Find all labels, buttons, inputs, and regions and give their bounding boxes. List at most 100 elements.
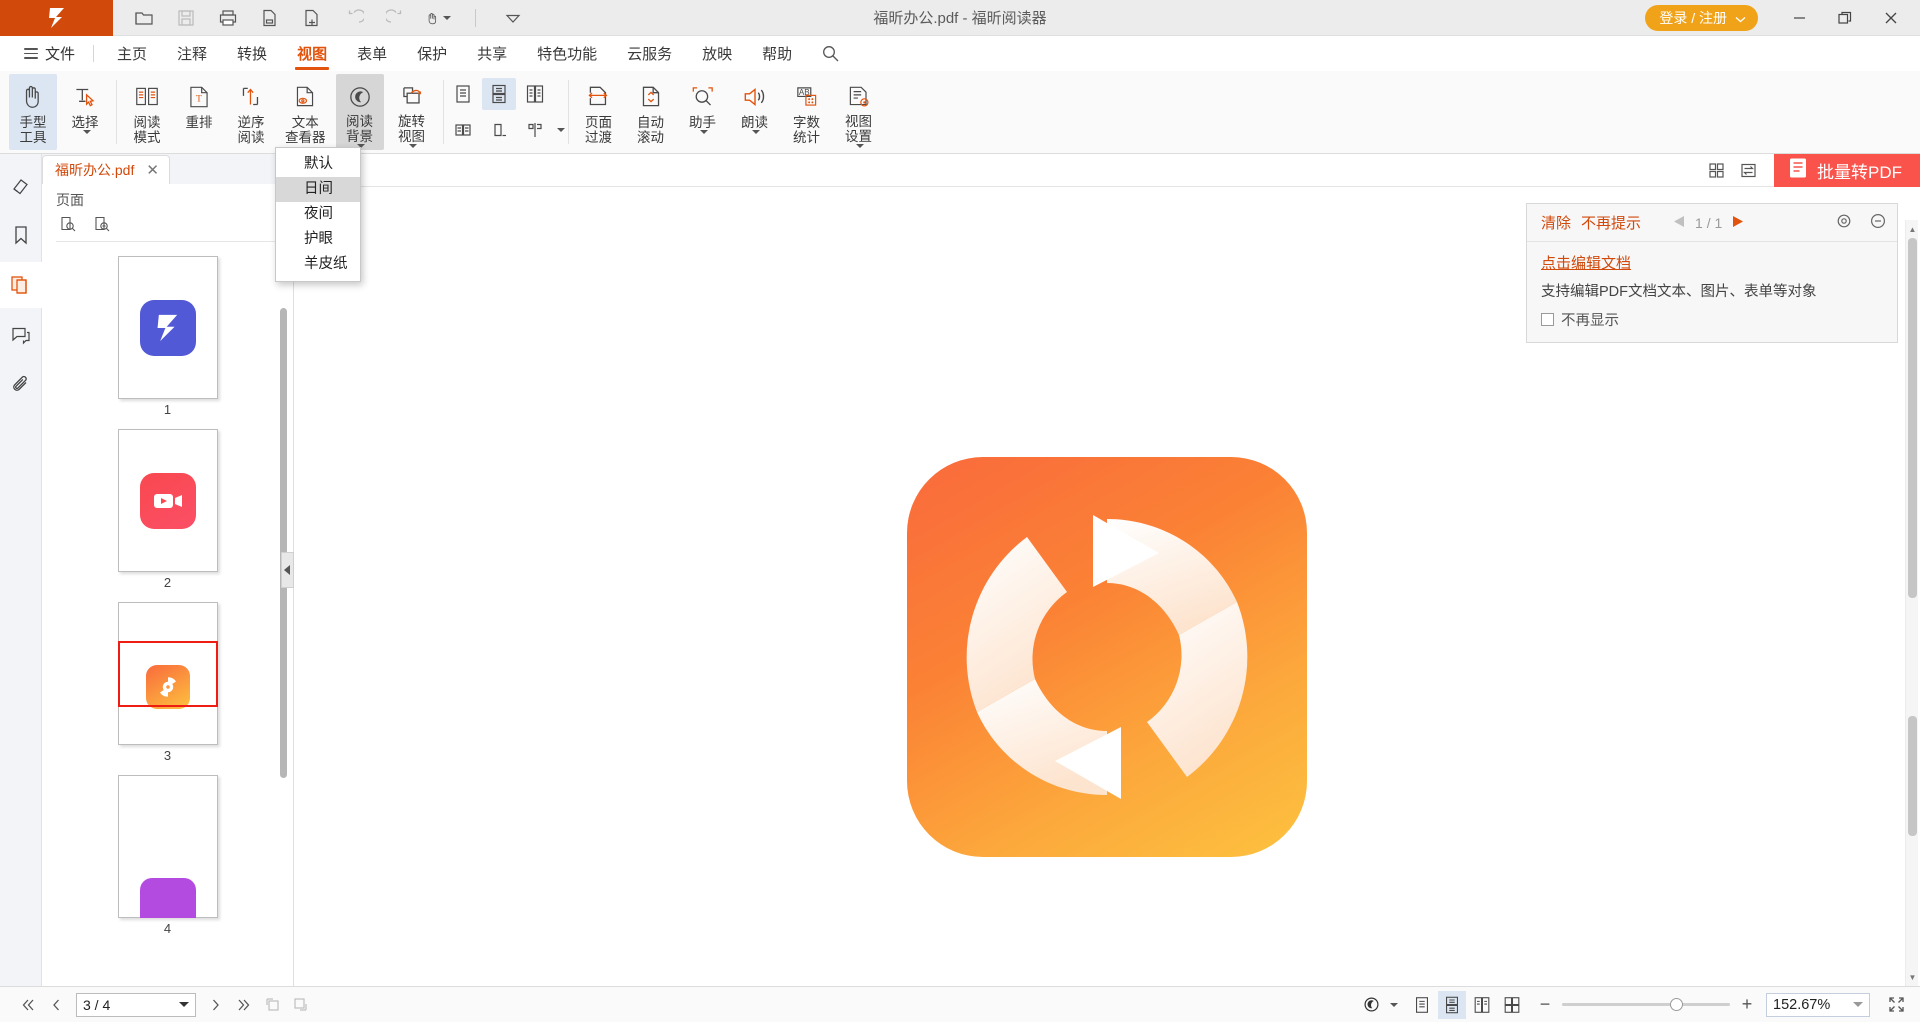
zoom-level-input[interactable]: 152.67% [1766, 992, 1870, 1017]
rotate-right-icon[interactable] [286, 991, 314, 1019]
reading-background-menu[interactable]: 默认 日间 夜间 护眼 羊皮纸 [275, 147, 361, 282]
view-settings-caret-icon[interactable] [856, 144, 864, 148]
menu-item-features[interactable]: 特色功能 [522, 36, 612, 71]
batch-convert-pdf-button[interactable]: 批量转PDF [1774, 154, 1920, 187]
zoom-slider-track[interactable] [1562, 998, 1730, 1011]
zoom-out-button[interactable]: − [1536, 994, 1554, 1015]
reading-mode-button[interactable]: 阅读 模式 [123, 74, 171, 150]
sidebar-item-comments[interactable] [0, 312, 42, 358]
sidebar-item-eraser[interactable] [0, 162, 42, 208]
page-thumbnail-1[interactable] [117, 256, 218, 399]
scroll-up-arrow-icon[interactable]: ▲ [1906, 222, 1919, 236]
chevron-down-icon[interactable] [179, 1002, 189, 1007]
hand-tool-icon[interactable] [425, 5, 451, 31]
clear-tips-button[interactable]: 清除 [1541, 212, 1571, 233]
page-thumbnail-4[interactable] [117, 775, 218, 918]
menu-item-convert[interactable]: 转换 [222, 36, 282, 71]
menu-item-share[interactable]: 共享 [462, 36, 522, 71]
scrollbar-thumb[interactable] [280, 308, 287, 778]
chevron-down-icon[interactable] [1853, 1002, 1863, 1007]
shrink-thumbnail-icon[interactable] [90, 213, 114, 235]
auto-scroll-button[interactable]: 自动 滚动 [627, 74, 675, 150]
menu-item-present[interactable]: 放映 [687, 36, 747, 71]
facing-continuous-status-icon[interactable] [1498, 991, 1526, 1019]
login-register-button[interactable]: 登录 / 注册 [1645, 4, 1758, 31]
minus-circle-icon[interactable] [1869, 212, 1887, 234]
thumbnail-scrollbar[interactable] [280, 242, 287, 986]
text-viewer-button[interactable]: 文本 查看器 [279, 74, 332, 150]
undo-icon[interactable] [341, 5, 367, 31]
tip-title-link[interactable]: 点击编辑文档 [1541, 252, 1631, 273]
last-page-button[interactable] [230, 991, 258, 1019]
compare-icon[interactable] [1732, 154, 1764, 186]
facing-continuous-button[interactable] [446, 114, 480, 146]
menu-option-default[interactable]: 默认 [276, 152, 360, 177]
read-aloud-caret-icon[interactable] [752, 130, 760, 134]
list-item[interactable]: 3 [117, 602, 218, 763]
split-view-button[interactable] [518, 114, 552, 146]
new-file-icon[interactable] [299, 5, 325, 31]
zoom-in-button[interactable]: + [1738, 994, 1756, 1015]
thumbnail-scroll-area[interactable]: 1 2 3 4 [42, 242, 293, 986]
page-thumbnail-2[interactable] [117, 429, 218, 572]
separate-cover-button[interactable] [482, 114, 516, 146]
enlarge-thumbnail-icon[interactable] [56, 213, 80, 235]
list-item[interactable]: 2 [117, 429, 218, 590]
single-page-button[interactable] [446, 78, 480, 110]
zoom-slider-knob[interactable] [1670, 998, 1683, 1011]
email-icon[interactable] [257, 5, 283, 31]
facing-page-button[interactable] [518, 78, 552, 110]
select-tool-caret-icon[interactable] [82, 130, 91, 134]
reverse-reading-button[interactable]: 逆序 阅读 [227, 74, 275, 150]
checkbox-icon[interactable] [1541, 313, 1554, 326]
continuous-page-status-icon[interactable] [1438, 990, 1466, 1019]
viewer-scrollbar[interactable]: ▲ ▼ [1905, 220, 1918, 986]
view-settings-button[interactable]: 视图 设置 [835, 74, 883, 150]
menu-item-protect[interactable]: 保护 [402, 36, 462, 71]
single-page-status-icon[interactable] [1408, 991, 1436, 1019]
menu-item-view[interactable]: 视图 [282, 36, 342, 71]
scroll-down-arrow-icon[interactable]: ▼ [1906, 970, 1919, 984]
reading-background-status-caret-icon[interactable] [1390, 1002, 1398, 1007]
rotate-view-button[interactable]: 旋转 视图 [388, 74, 436, 150]
menu-item-comment[interactable]: 注释 [162, 36, 222, 71]
maximize-button[interactable] [1822, 0, 1868, 36]
collapse-panel-button[interactable] [281, 552, 294, 588]
next-tip-button[interactable] [1732, 215, 1744, 231]
prev-tip-button[interactable] [1673, 215, 1685, 231]
prev-page-button[interactable] [42, 991, 70, 1019]
menu-option-day[interactable]: 日间 [276, 177, 360, 202]
save-icon[interactable] [173, 5, 199, 31]
redo-icon[interactable] [383, 5, 409, 31]
page-thumbnail-3[interactable] [117, 602, 218, 745]
facing-page-status-icon[interactable] [1468, 991, 1496, 1019]
close-icon[interactable]: ✕ [146, 163, 159, 178]
split-view-caret-icon[interactable] [556, 128, 565, 132]
list-item[interactable]: 1 [117, 256, 218, 417]
scrollbar-thumb[interactable] [1908, 238, 1917, 598]
next-page-button[interactable] [202, 991, 230, 1019]
continuous-page-button[interactable] [481, 78, 516, 110]
page-canvas[interactable]: 清除 不再提示 1 / 1 点击编辑文档 支持编辑PDF文档文本、图片、表单等对… [294, 187, 1920, 986]
menu-item-file[interactable]: 文件 [14, 36, 85, 71]
search-icon[interactable] [811, 36, 849, 71]
fullscreen-icon[interactable] [1882, 991, 1910, 1019]
minimize-button[interactable] [1776, 0, 1822, 36]
rotate-view-caret-icon[interactable] [409, 144, 417, 148]
menu-item-home[interactable]: 主页 [102, 36, 162, 71]
hand-tool-button[interactable]: 手型 工具 [9, 74, 57, 150]
print-icon[interactable] [215, 5, 241, 31]
rotate-left-icon[interactable] [258, 991, 286, 1019]
first-page-button[interactable] [14, 991, 42, 1019]
no-more-prompt-button[interactable]: 不再提示 [1581, 212, 1641, 233]
reflow-button[interactable]: T 重排 [175, 74, 223, 150]
menu-option-night[interactable]: 夜间 [276, 202, 360, 227]
open-icon[interactable] [131, 5, 157, 31]
page-transition-button[interactable]: 页面 过渡 [575, 74, 623, 150]
reading-background-button[interactable]: 阅读 背景 [335, 74, 384, 150]
sidebar-item-bookmark[interactable] [0, 212, 42, 258]
customize-toolbar-icon[interactable] [500, 5, 526, 31]
assistant-button[interactable]: 助手 [679, 74, 727, 150]
menu-item-cloud[interactable]: 云服务 [612, 36, 687, 71]
dont-show-again-checkbox[interactable]: 不再显示 [1541, 309, 1883, 330]
